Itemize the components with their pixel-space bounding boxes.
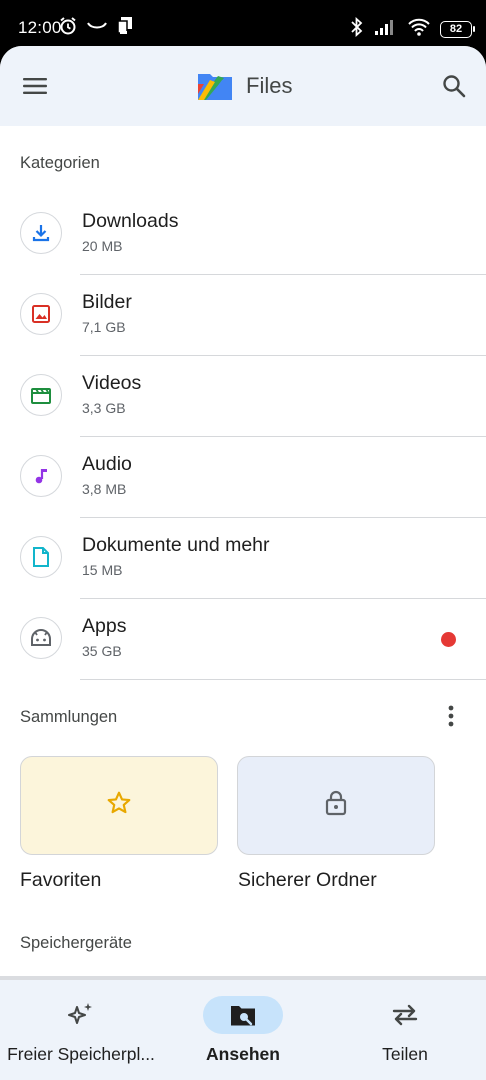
bluetooth-icon	[350, 16, 364, 42]
favorites-label: Favoriten	[20, 869, 102, 891]
status-time: 12:00	[18, 18, 62, 37]
collections-header: Sammlungen	[20, 708, 118, 726]
document-icon	[20, 536, 62, 578]
more-vert-icon[interactable]	[437, 702, 465, 730]
category-name: Bilder	[82, 291, 132, 313]
hamburger-menu-icon[interactable]	[15, 68, 55, 104]
category-size: 7,1 GB	[82, 319, 126, 335]
category-dokumente[interactable]: Dokumente und mehr 15 MB	[0, 518, 486, 599]
category-size: 3,8 MB	[82, 481, 127, 497]
category-name: Apps	[82, 615, 127, 637]
favorites-card[interactable]	[20, 756, 218, 855]
safe-folder-card[interactable]	[237, 756, 435, 855]
nav-browse[interactable]: Ansehen	[162, 980, 324, 1080]
categories-header: Kategorien	[20, 154, 100, 172]
files-logo-icon	[196, 70, 234, 102]
category-downloads[interactable]: Downloads 20 MB	[0, 194, 486, 275]
category-size: 3,3 GB	[82, 400, 126, 416]
category-apps[interactable]: Apps 35 GB	[0, 599, 486, 680]
nav-label: Teilen	[382, 1044, 428, 1064]
image-icon	[20, 293, 62, 335]
category-bilder[interactable]: Bilder 7,1 GB	[0, 275, 486, 356]
nav-free-space[interactable]: Freier Speicherpl...	[0, 980, 162, 1080]
video-clapper-icon	[20, 374, 62, 416]
status-bar: 12:00 82	[0, 0, 486, 52]
files-app: Files Kategorien Downloads 20 MB Bilder …	[0, 46, 486, 1080]
category-name: Audio	[82, 453, 132, 475]
star-icon	[106, 790, 132, 821]
safe-folder-label: Sicherer Ordner	[238, 869, 377, 891]
category-videos[interactable]: Videos 3,3 GB	[0, 356, 486, 437]
app-bar: Files	[0, 46, 486, 126]
android-icon	[20, 617, 62, 659]
category-audio[interactable]: Audio 3,8 MB	[0, 437, 486, 518]
nav-label: Freier Speicherpl...	[7, 1044, 155, 1064]
notification-dot	[441, 632, 456, 647]
wifi-icon	[408, 18, 430, 41]
folder-search-icon	[203, 996, 283, 1034]
divider	[80, 678, 486, 680]
storage-devices-header: Speichergeräte	[20, 934, 132, 952]
smile-icon	[86, 19, 108, 38]
lock-icon	[325, 790, 347, 821]
nav-share[interactable]: Teilen	[324, 980, 486, 1080]
app-title: Files	[246, 73, 293, 98]
category-name: Dokumente und mehr	[82, 534, 270, 556]
alarm-icon	[58, 16, 78, 41]
category-size: 20 MB	[82, 238, 123, 254]
bottom-navigation: Freier Speicherpl... Ansehen Teilen	[0, 980, 486, 1080]
search-icon[interactable]	[434, 66, 474, 106]
category-size: 35 GB	[82, 643, 122, 659]
battery-icon: 82	[440, 21, 475, 38]
music-note-icon	[20, 455, 62, 497]
nav-label: Ansehen	[206, 1044, 280, 1064]
category-name: Downloads	[82, 210, 179, 232]
category-size: 15 MB	[82, 562, 123, 578]
swap-arrows-icon	[365, 996, 445, 1034]
download-icon	[20, 212, 62, 254]
signal-icon	[374, 18, 398, 41]
category-name: Videos	[82, 372, 142, 394]
notification-app-icon	[116, 16, 134, 41]
sparkle-icon	[41, 996, 121, 1034]
